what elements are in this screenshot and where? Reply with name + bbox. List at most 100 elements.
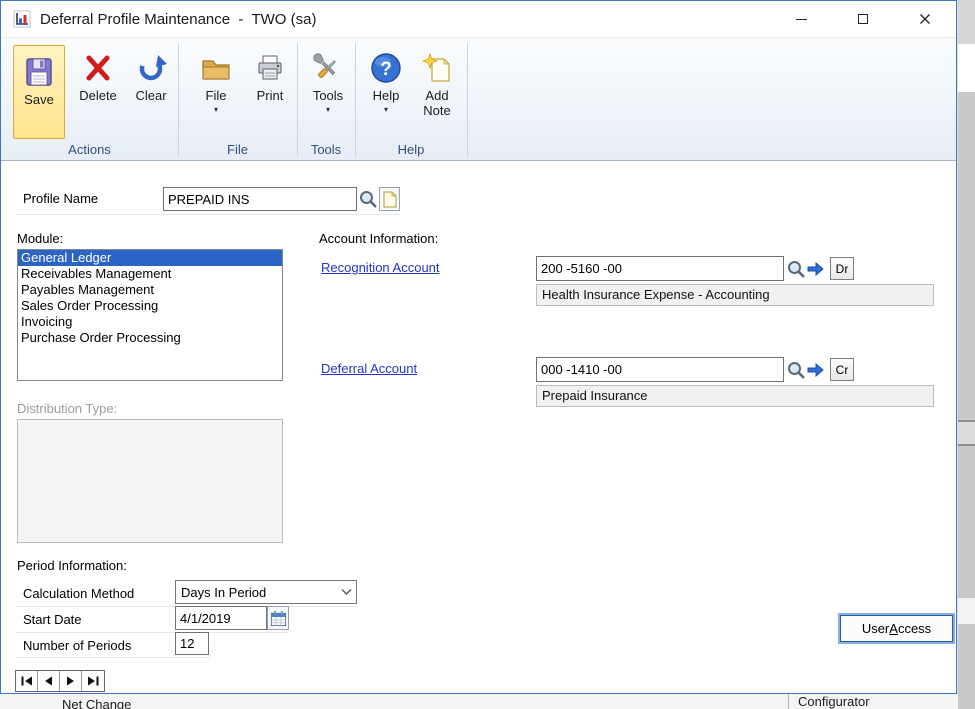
tools-menu-button[interactable]: Tools ▾ xyxy=(303,47,353,113)
ribbon-separator xyxy=(355,43,356,156)
previous-record-button[interactable] xyxy=(38,671,60,691)
row-divider xyxy=(15,214,399,215)
module-item[interactable]: General Ledger xyxy=(18,250,282,266)
profile-name-label: Profile Name xyxy=(23,191,98,206)
note-page-icon xyxy=(383,191,397,208)
print-label: Print xyxy=(257,89,284,104)
maximize-button[interactable] xyxy=(832,1,894,37)
calculation-method-label: Calculation Method xyxy=(23,586,134,601)
deferral-account-description: Prepaid Insurance xyxy=(536,385,934,407)
user-access-label-pre: User xyxy=(862,621,889,636)
add-note-button[interactable]: Add Note xyxy=(411,47,463,119)
svg-text:?: ? xyxy=(380,59,392,80)
ribbon-group-tools: Tools xyxy=(297,142,355,157)
clear-button[interactable]: Clear xyxy=(127,47,175,104)
number-of-periods-input[interactable] xyxy=(175,632,209,655)
last-record-icon xyxy=(87,676,99,686)
file-label: File xyxy=(206,89,227,104)
chevron-down-icon xyxy=(341,589,352,596)
delete-button[interactable]: Delete xyxy=(71,47,125,104)
module-item[interactable]: Payables Management xyxy=(18,282,282,298)
first-record-button[interactable] xyxy=(16,671,38,691)
file-menu-button[interactable]: File ▾ xyxy=(191,47,241,113)
recognition-lookup-icon[interactable] xyxy=(786,259,806,279)
help-icon: ? xyxy=(369,47,403,89)
printer-icon xyxy=(254,47,286,89)
module-label: Module: xyxy=(17,231,63,246)
first-record-icon xyxy=(21,676,33,686)
close-button[interactable] xyxy=(894,1,956,37)
window-controls xyxy=(770,1,956,37)
module-item[interactable]: Receivables Management xyxy=(18,266,282,282)
ribbon-separator xyxy=(178,43,179,156)
user-access-button[interactable]: User Access xyxy=(840,615,953,642)
recognition-account-link[interactable]: Recognition Account xyxy=(321,260,440,275)
add-note-icon xyxy=(420,47,454,89)
calendar-button[interactable] xyxy=(267,606,289,630)
save-label: Save xyxy=(24,93,54,108)
recognition-dr-indicator[interactable]: Dr xyxy=(830,257,854,280)
calculation-method-dropdown[interactable]: Days In Period xyxy=(175,580,357,604)
profile-note-button[interactable] xyxy=(379,187,400,211)
maximize-icon xyxy=(858,14,868,24)
ribbon-group-help: Help xyxy=(355,142,467,157)
deferral-account-link[interactable]: Deferral Account xyxy=(321,361,417,376)
next-record-icon xyxy=(66,676,75,686)
add-note-label: Add Note xyxy=(419,89,455,119)
record-navigation xyxy=(15,670,105,692)
background-window-right xyxy=(958,0,975,709)
number-of-periods-label: Number of Periods xyxy=(23,638,131,653)
row-divider xyxy=(15,632,289,633)
profile-lookup-icon[interactable] xyxy=(358,189,378,209)
module-item[interactable]: Sales Order Processing xyxy=(18,298,282,314)
background-net-change-label: Net Change xyxy=(62,697,131,709)
form-body: Profile Name Module: General Ledger Rece… xyxy=(1,161,956,693)
recognition-expansion-arrow-icon[interactable] xyxy=(807,262,825,276)
tools-icon xyxy=(312,47,344,89)
ribbon-group-actions: Actions xyxy=(1,142,178,157)
clear-icon xyxy=(135,47,167,89)
background-divider xyxy=(788,694,789,709)
recognition-account-description: Health Insurance Expense - Accounting xyxy=(536,284,934,306)
ribbon-separator xyxy=(467,43,468,156)
deferral-profile-maintenance-window: Deferral Profile Maintenance - TWO (sa) xyxy=(0,0,957,694)
dropdown-arrow-icon: ▾ xyxy=(326,106,330,113)
help-label: Help xyxy=(373,89,400,104)
distribution-type-listbox xyxy=(17,419,283,543)
period-information-label: Period Information: xyxy=(17,558,127,573)
account-information-label: Account Information: xyxy=(319,231,438,246)
minimize-icon xyxy=(796,19,807,20)
recognition-account-input[interactable] xyxy=(536,256,784,281)
window-title: Deferral Profile Maintenance - TWO (sa) xyxy=(40,11,316,28)
next-record-button[interactable] xyxy=(60,671,82,691)
app-icon xyxy=(13,10,31,28)
module-item[interactable]: Purchase Order Processing xyxy=(18,330,282,346)
deferral-account-input[interactable] xyxy=(536,357,784,382)
save-button[interactable]: Save xyxy=(13,45,65,139)
background-configurator-label: Configurator xyxy=(798,694,870,709)
deferral-lookup-icon[interactable] xyxy=(786,360,806,380)
help-menu-button[interactable]: ? Help ▾ xyxy=(363,47,409,113)
start-date-label: Start Date xyxy=(23,612,82,627)
last-record-button[interactable] xyxy=(82,671,104,691)
close-icon xyxy=(919,13,931,25)
previous-record-icon xyxy=(44,676,53,686)
screen: Net Change Configurator Deferral Profile… xyxy=(0,0,975,709)
start-date-input[interactable] xyxy=(175,606,267,630)
print-button[interactable]: Print xyxy=(245,47,295,104)
titlebar[interactable]: Deferral Profile Maintenance - TWO (sa) xyxy=(1,1,956,37)
deferral-expansion-arrow-icon[interactable] xyxy=(807,363,825,377)
module-listbox: General Ledger Receivables Management Pa… xyxy=(17,249,283,381)
user-access-label-accel: A xyxy=(889,621,898,636)
ribbon-separator xyxy=(297,43,298,156)
profile-name-input[interactable] xyxy=(163,187,357,211)
minimize-button[interactable] xyxy=(770,1,832,37)
module-item[interactable]: Invoicing xyxy=(18,314,282,330)
distribution-type-label: Distribution Type: xyxy=(17,401,117,416)
delete-label: Delete xyxy=(79,89,117,104)
ribbon-group-file: File xyxy=(178,142,297,157)
background-window-bottom: Net Change Configurator xyxy=(0,694,958,709)
row-divider xyxy=(15,657,210,658)
dropdown-arrow-icon: ▾ xyxy=(384,106,388,113)
deferral-cr-indicator[interactable]: Cr xyxy=(830,358,854,381)
